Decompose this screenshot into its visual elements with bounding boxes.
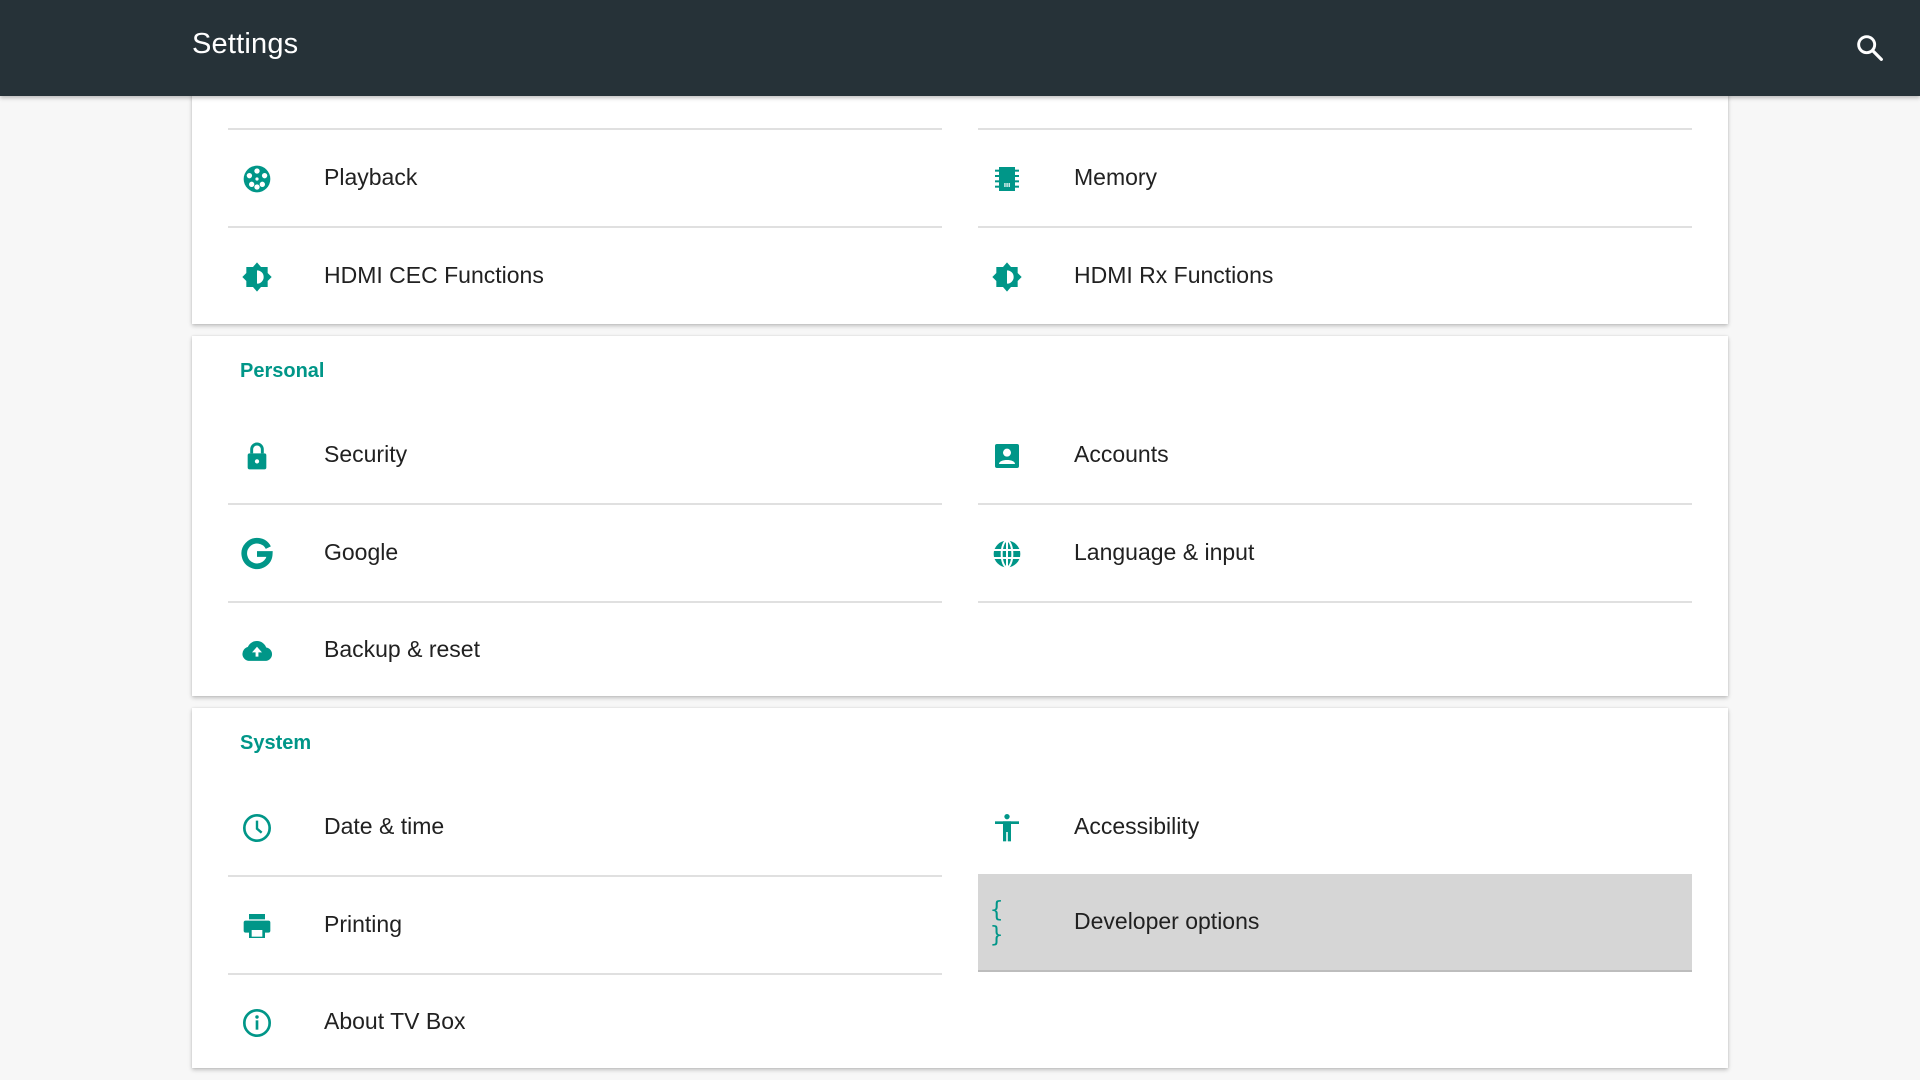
info-icon <box>240 1006 274 1040</box>
brightness-icon <box>240 260 274 294</box>
setting-item-accessibility[interactable]: Accessibility <box>978 779 1692 877</box>
app-bar: Settings <box>0 0 1920 96</box>
code-braces-icon: { } <box>990 898 1007 948</box>
setting-label: Security <box>324 441 408 467</box>
setting-label: Accessibility <box>1074 813 1200 839</box>
account-box-icon <box>990 439 1024 473</box>
system-section-card: System Date & time Accessibility Printin… <box>192 708 1728 1068</box>
google-icon <box>240 537 274 571</box>
setting-label: Date & time <box>324 813 445 839</box>
setting-label: Developer options <box>1074 908 1260 934</box>
section-header-personal: Personal <box>240 360 325 382</box>
setting-item-security[interactable]: Security <box>228 407 942 505</box>
setting-label: Backup & reset <box>324 636 480 662</box>
setting-item-hdmi-rx[interactable]: HDMI Rx Functions <box>978 228 1692 324</box>
setting-label: Memory <box>1074 164 1158 190</box>
setting-item-about[interactable]: About TV Box <box>228 974 942 1070</box>
search-icon <box>1857 35 1883 61</box>
printer-icon <box>240 909 274 943</box>
setting-label: Google <box>324 539 399 565</box>
brightness-icon <box>990 260 1024 294</box>
clock-icon <box>240 811 274 845</box>
cloud-upload-icon <box>240 634 274 668</box>
lock-icon <box>240 439 274 473</box>
accessibility-icon <box>990 811 1024 845</box>
section-header-system: System <box>240 732 312 754</box>
setting-label: Printing <box>324 911 402 937</box>
setting-item-date-time[interactable]: Date & time <box>228 779 942 877</box>
setting-item-language-input[interactable]: Language & input <box>978 505 1692 603</box>
personal-section-card: Personal Security Accounts Google Langua… <box>192 336 1728 696</box>
setting-label: About TV Box <box>324 1008 466 1034</box>
setting-label: HDMI CEC Functions <box>324 262 544 288</box>
setting-label: HDMI Rx Functions <box>1074 262 1274 288</box>
setting-item-backup-reset[interactable]: Backup & reset <box>228 602 942 698</box>
setting-item-printing[interactable]: Printing <box>228 877 942 975</box>
setting-item-google[interactable]: Google <box>228 505 942 603</box>
setting-label: Playback <box>324 164 418 190</box>
setting-item-hdmi-cec[interactable]: HDMI CEC Functions <box>228 228 942 324</box>
memory-chip-icon <box>990 162 1024 196</box>
setting-item-developer-options[interactable]: { } Developer options <box>978 874 1692 972</box>
setting-label: Language & input <box>1074 539 1255 565</box>
setting-label: Accounts <box>1074 441 1169 467</box>
setting-item-playback[interactable]: Playback <box>228 130 942 228</box>
page-title: Settings <box>192 28 299 60</box>
setting-item-accounts[interactable]: Accounts <box>978 407 1692 505</box>
film-reel-icon <box>240 162 274 196</box>
globe-icon <box>990 537 1024 571</box>
setting-item-memory[interactable]: Memory <box>978 130 1692 228</box>
search-button[interactable] <box>1854 32 1886 64</box>
